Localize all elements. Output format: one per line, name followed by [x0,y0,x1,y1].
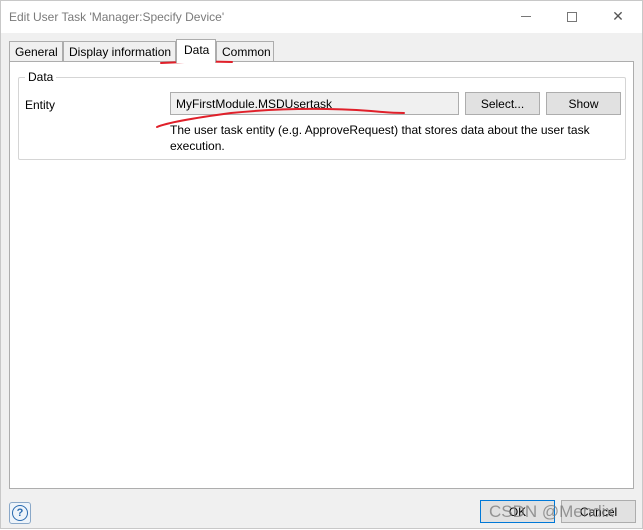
dialog-footer: ? OK Cancel [1,495,642,529]
data-group-title: Data [25,70,57,84]
window-title: Edit User Task 'Manager:Specify Device' [9,10,225,24]
data-groupbox: Data Entity MyFirstModule.MSDUsertask Se… [18,70,626,160]
maximize-button[interactable] [549,1,595,32]
tab-display-information[interactable]: Display information [63,41,176,62]
tab-data[interactable]: Data [176,39,216,63]
help-button[interactable]: ? [9,502,31,524]
cancel-button[interactable]: Cancel [561,500,636,523]
close-button[interactable]: ✕ [595,1,641,32]
select-entity-button[interactable]: Select... [465,92,540,115]
edit-user-task-dialog: Edit User Task 'Manager:Specify Device' … [0,0,643,529]
show-entity-button[interactable]: Show [546,92,621,115]
entity-label: Entity [25,98,56,112]
help-icon: ? [12,505,28,521]
ok-button[interactable]: OK [480,500,555,523]
tab-content-panel: Data Entity MyFirstModule.MSDUsertask Se… [9,61,634,489]
title-bar: Edit User Task 'Manager:Specify Device' … [1,1,642,33]
maximize-icon [567,11,577,22]
tab-common[interactable]: Common [216,41,274,62]
entity-help-text: The user task entity (e.g. ApproveReques… [170,123,590,153]
close-icon: ✕ [612,8,624,24]
minimize-icon [521,16,531,17]
minimize-button[interactable] [503,1,549,32]
entity-field[interactable]: MyFirstModule.MSDUsertask [170,92,459,115]
tab-general[interactable]: General [9,41,63,62]
